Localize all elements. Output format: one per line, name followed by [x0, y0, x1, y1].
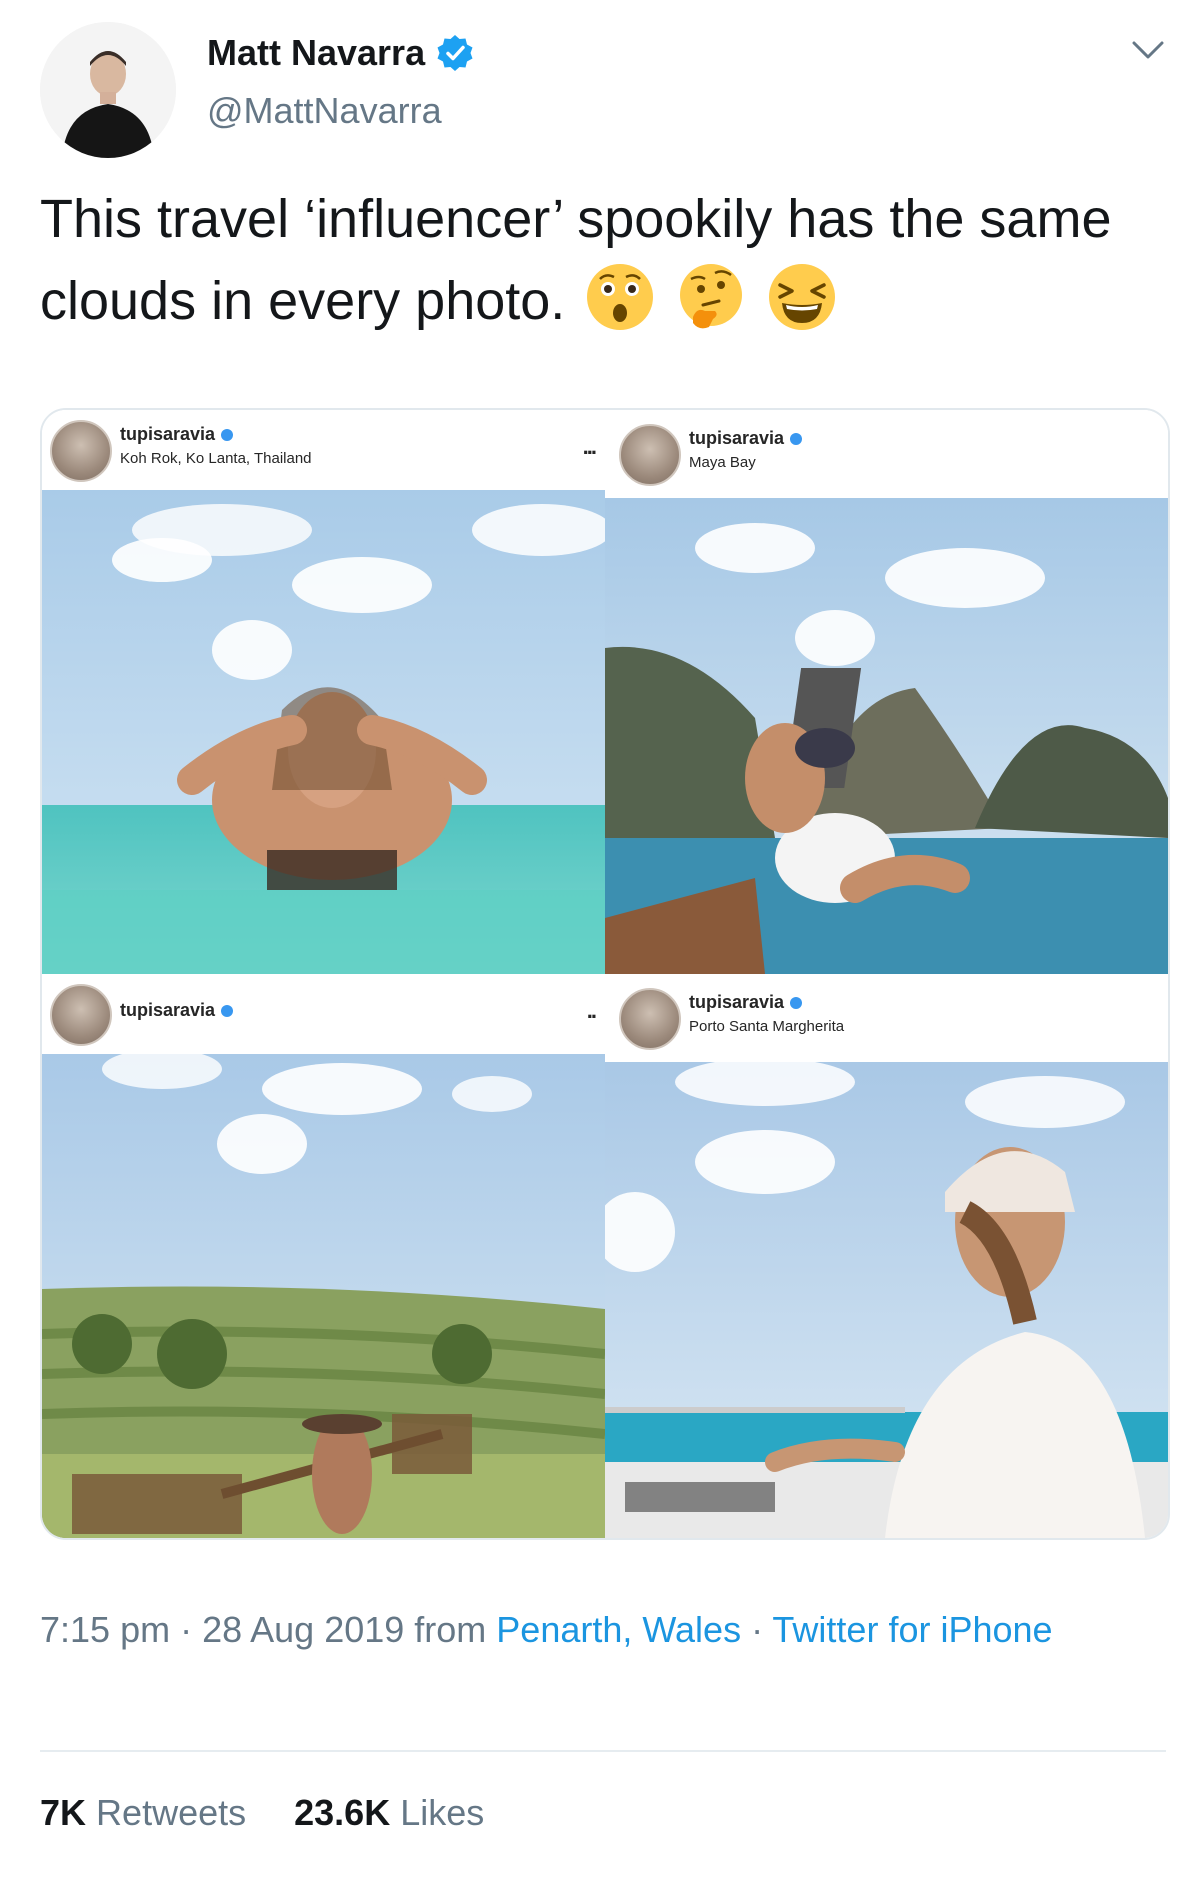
media-grid[interactable]: tupisaravia Koh Rok, Ko Lanta, Thailand …	[40, 408, 1170, 1540]
avatar	[50, 984, 112, 1046]
thinking-face-icon	[680, 264, 743, 329]
retweets-stat[interactable]: 7K Retweets	[40, 1792, 246, 1834]
separator: ·	[170, 1609, 203, 1650]
post-username: tupisaravia	[689, 428, 803, 449]
instagram-post[interactable]: tupisaravia ..	[42, 974, 605, 1538]
post-location: Maya Bay	[689, 454, 756, 471]
verified-badge-icon	[221, 1004, 234, 1017]
tweet-body: This travel ‘influencer’ spookily has th…	[40, 189, 1112, 331]
verified-badge-icon	[221, 428, 234, 441]
author-name-row[interactable]: Matt Navarra	[207, 32, 475, 74]
post-username: tupisaravia	[120, 424, 234, 445]
chevron-down-icon[interactable]	[1128, 36, 1168, 64]
post-username-text: tupisaravia	[689, 428, 785, 448]
likes-label: Likes	[400, 1792, 485, 1833]
laughing-face-icon	[769, 264, 836, 330]
post-header: tupisaravia ..	[42, 974, 605, 1054]
author-handle[interactable]: @MattNavarra	[207, 90, 442, 132]
post-header: tupisaravia Maya Bay	[605, 410, 1168, 498]
tweet: Matt Navarra @MattNavarra This travel ‘i…	[0, 0, 1200, 1881]
from-label: from	[404, 1609, 497, 1650]
avatar	[50, 420, 112, 482]
instagram-post[interactable]: tupisaravia Porto Santa Margherita	[605, 974, 1168, 1538]
likes-count: 23.6K	[294, 1792, 391, 1833]
post-header: tupisaravia Porto Santa Margherita	[605, 974, 1168, 1062]
more-options-icon: ..	[586, 998, 597, 1023]
instagram-post[interactable]: tupisaravia Maya Bay	[605, 410, 1168, 974]
post-username-text: tupisaravia	[120, 424, 216, 444]
separator: ·	[741, 1609, 773, 1650]
post-location: Porto Santa Margherita	[689, 1018, 845, 1035]
tweet-metadata: 7:15 pm · 28 Aug 2019 from Penarth, Wale…	[40, 1604, 1150, 1656]
post-location: Koh Rok, Ko Lanta, Thailand	[120, 450, 312, 467]
author-display-name[interactable]: Matt Navarra	[207, 32, 425, 74]
post-photo	[42, 1054, 605, 1538]
verified-badge-icon	[790, 996, 803, 1009]
verified-badge-icon	[437, 35, 473, 71]
tweet-time[interactable]: 7:15 pm	[40, 1609, 170, 1650]
retweets-count: 7K	[40, 1792, 87, 1833]
post-header: tupisaravia Koh Rok, Ko Lanta, Thailand …	[42, 410, 605, 490]
post-photo	[42, 490, 605, 974]
divider	[40, 1750, 1166, 1752]
retweets-label: Retweets	[96, 1792, 247, 1833]
post-username-text: tupisaravia	[120, 1000, 216, 1020]
verified-badge-icon	[790, 432, 803, 445]
post-username: tupisaravia	[120, 1000, 234, 1021]
more-options-icon: ...	[582, 434, 597, 459]
post-photo	[605, 498, 1168, 974]
astonished-face-icon	[587, 264, 654, 330]
instagram-post[interactable]: tupisaravia Koh Rok, Ko Lanta, Thailand …	[42, 410, 605, 974]
author-avatar[interactable]	[40, 22, 176, 158]
engagement-stats: 7K Retweets 23.6K Likes	[40, 1792, 484, 1834]
post-username-text: tupisaravia	[689, 992, 785, 1012]
tweet-date[interactable]: 28 Aug 2019	[202, 1609, 404, 1650]
location-link[interactable]: Penarth, Wales	[496, 1609, 741, 1650]
avatar	[619, 988, 681, 1050]
likes-stat[interactable]: 23.6K Likes	[294, 1792, 484, 1834]
avatar	[619, 424, 681, 486]
client-link[interactable]: Twitter for iPhone	[772, 1609, 1052, 1650]
tweet-text: This travel ‘influencer’ spookily has th…	[40, 178, 1150, 342]
post-username: tupisaravia	[689, 992, 803, 1013]
post-photo	[605, 1062, 1168, 1538]
